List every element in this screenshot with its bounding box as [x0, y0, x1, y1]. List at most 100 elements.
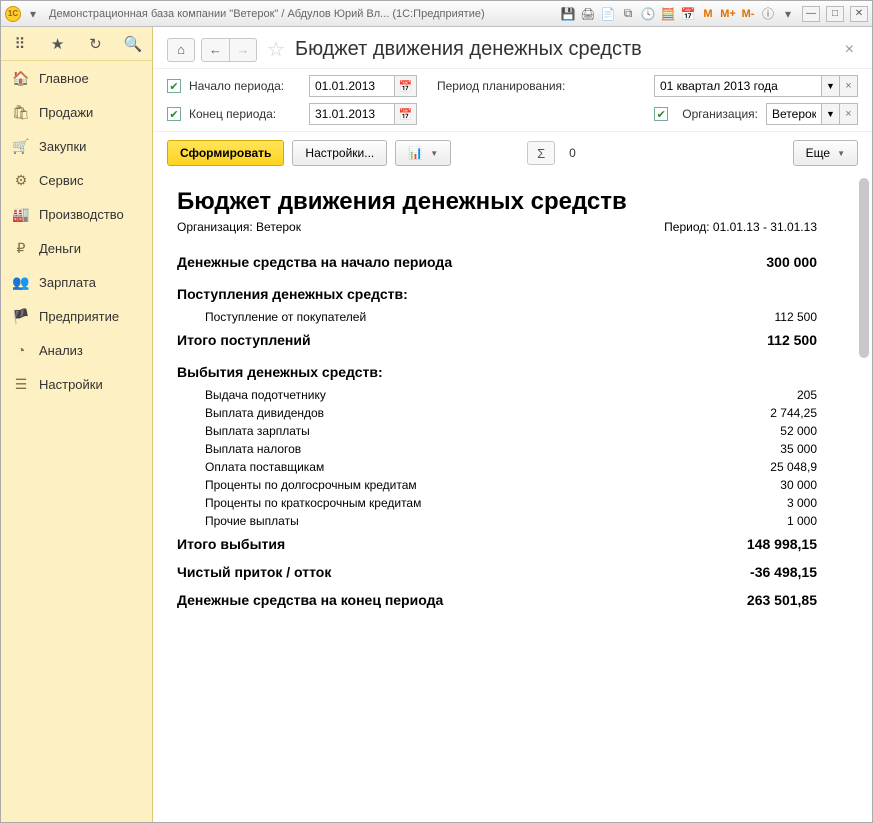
- app-window: 1C ▾ Демонстрационная база компании "Вет…: [0, 0, 873, 823]
- favorites-icon[interactable]: ★: [49, 35, 67, 53]
- settings-button[interactable]: Настройки...: [292, 140, 387, 166]
- sidebar-toolbar: ⠿ ★ ↻ 🔍: [1, 27, 152, 61]
- sidebar-item-icon: 🏠: [13, 70, 29, 86]
- sidebar-item-label: Предприятие: [39, 309, 119, 324]
- report-period: Период: 01.01.13 - 31.01.13: [664, 220, 817, 234]
- sidebar-item-label: Анализ: [39, 343, 83, 358]
- sidebar-item-9[interactable]: ☰Настройки: [1, 367, 152, 401]
- titlebar-dropdown-icon[interactable]: ▾: [25, 6, 41, 22]
- sidebar-item-1[interactable]: 🛍Продажи: [1, 95, 152, 129]
- save-icon[interactable]: 💾: [560, 6, 576, 22]
- sidebar-item-3[interactable]: ⚙Сервис: [1, 163, 152, 197]
- organization-input[interactable]: [766, 103, 822, 125]
- inflow-row: Поступление от покупателей 112 500: [177, 308, 817, 326]
- sidebar-item-label: Сервис: [39, 173, 84, 188]
- sidebar-item-4[interactable]: 🏭Производство: [1, 197, 152, 231]
- sum-value: 0: [569, 146, 576, 160]
- outflow-label: Проценты по долгосрочным кредитам: [205, 478, 417, 492]
- report-area: Бюджет движения денежных средств Организ…: [153, 174, 872, 822]
- report-scrollbar[interactable]: [858, 178, 870, 818]
- sidebar-item-8[interactable]: ◔Анализ: [1, 333, 152, 367]
- organization-clear-button[interactable]: ×: [840, 103, 858, 125]
- outflow-label: Оплата поставщикам: [205, 460, 324, 474]
- outflow-value: 1 000: [697, 514, 817, 528]
- info-icon[interactable]: ⓘ: [760, 6, 776, 22]
- net-flow-value: -36 498,15: [697, 564, 817, 580]
- history-icon[interactable]: ↻: [86, 35, 104, 53]
- page-title: Бюджет движения денежных средств: [295, 38, 642, 61]
- save-variant-button[interactable]: 📊▼: [395, 140, 451, 166]
- clock-icon[interactable]: 🕓: [640, 6, 656, 22]
- sidebar-item-6[interactable]: 👥Зарплата: [1, 265, 152, 299]
- organization-label: Организация:: [682, 107, 758, 121]
- sidebar-item-icon: 🏴: [13, 308, 29, 324]
- sidebar-item-icon: 🛍: [13, 104, 29, 120]
- maximize-button[interactable]: □: [826, 6, 844, 22]
- search-icon[interactable]: 🔍: [124, 35, 142, 53]
- end-period-calendar-icon[interactable]: 📅: [395, 103, 417, 125]
- sidebar-item-icon: 🏭: [13, 206, 29, 222]
- planning-period-clear-button[interactable]: ×: [840, 75, 858, 97]
- planning-period-input[interactable]: [654, 75, 822, 97]
- calculator-icon[interactable]: 🧮: [660, 6, 676, 22]
- outflow-value: 35 000: [697, 442, 817, 456]
- organization-dropdown-icon[interactable]: ▼: [822, 103, 840, 125]
- print-icon[interactable]: 🖨: [580, 6, 596, 22]
- outflow-row: Прочие выплаты 1 000: [177, 512, 817, 530]
- app-logo-icon: 1C: [5, 6, 21, 22]
- end-period-checkbox[interactable]: ✔: [167, 107, 181, 121]
- outflows-header: Выбытия денежных средств:: [177, 354, 817, 386]
- window-title: Демонстрационная база компании "Ветерок"…: [49, 8, 485, 20]
- outflow-row: Выдача подотчетнику205: [177, 386, 817, 404]
- generate-button[interactable]: Сформировать: [167, 140, 284, 166]
- minimize-button[interactable]: —: [802, 6, 820, 22]
- favorite-star-icon[interactable]: ☆: [267, 37, 285, 62]
- home-button[interactable]: ⌂: [167, 38, 195, 62]
- outflows-total-label: Итого выбытия: [177, 536, 285, 552]
- outflow-label: Прочие выплаты: [205, 514, 299, 528]
- document-icon[interactable]: 📄: [600, 6, 616, 22]
- more-button[interactable]: Еще▼: [793, 140, 858, 166]
- start-period-checkbox[interactable]: ✔: [167, 79, 181, 93]
- sidebar-item-icon: 🛒: [13, 138, 29, 154]
- planning-period-dropdown-icon[interactable]: ▼: [822, 75, 840, 97]
- end-period-input[interactable]: [309, 103, 395, 125]
- report-organization: Организация: Ветерок: [177, 220, 301, 234]
- organization-checkbox[interactable]: ✔: [654, 107, 668, 121]
- start-period-calendar-icon[interactable]: 📅: [395, 75, 417, 97]
- outflow-row: Выплата налогов35 000: [177, 440, 817, 458]
- planning-period-label: Период планирования:: [437, 79, 565, 93]
- close-page-button[interactable]: ×: [841, 41, 858, 59]
- end-balance-value: 263 501,85: [697, 592, 817, 608]
- sidebar-item-0[interactable]: 🏠Главное: [1, 61, 152, 95]
- titlebar-more-icon[interactable]: ▾: [780, 6, 796, 22]
- forward-button[interactable]: →: [229, 38, 257, 62]
- outflow-value: 30 000: [697, 478, 817, 492]
- sidebar-item-label: Настройки: [39, 377, 103, 392]
- outflow-label: Проценты по краткосрочным кредитам: [205, 496, 421, 510]
- compare-icon[interactable]: ⧉: [620, 6, 636, 22]
- begin-balance-label: Денежные средства на начало периода: [177, 254, 452, 270]
- sidebar-item-7[interactable]: 🏴 Предприятие: [1, 299, 152, 333]
- start-period-input[interactable]: [309, 75, 395, 97]
- back-button[interactable]: ←: [201, 38, 229, 62]
- begin-balance-value: 300 000: [697, 254, 817, 270]
- memory-m-button[interactable]: M: [700, 6, 716, 22]
- memory-mminus-button[interactable]: M-: [740, 6, 756, 22]
- outflow-row: Выплата дивидендов2 744,25: [177, 404, 817, 422]
- inflow-value: 112 500: [697, 310, 817, 324]
- end-period-label: Конец периода:: [189, 107, 301, 121]
- inflow-label: Поступление от покупателей: [205, 310, 366, 324]
- net-flow-label: Чистый приток / отток: [177, 564, 331, 580]
- memory-mplus-button[interactable]: M+: [720, 6, 736, 22]
- parameters-panel: ✔ Начало периода: 📅 Период планирования:…: [153, 69, 872, 132]
- sum-button[interactable]: Σ: [527, 141, 555, 165]
- calendar-icon[interactable]: 📅: [680, 6, 696, 22]
- apps-icon[interactable]: ⠿: [11, 35, 29, 53]
- sidebar-item-label: Деньги: [39, 241, 81, 256]
- close-window-button[interactable]: ✕: [850, 6, 868, 22]
- sidebar-item-2[interactable]: 🛒Закупки: [1, 129, 152, 163]
- scrollbar-thumb[interactable]: [859, 178, 869, 358]
- sidebar-item-5[interactable]: ₽Деньги: [1, 231, 152, 265]
- start-period-label: Начало периода:: [189, 79, 301, 93]
